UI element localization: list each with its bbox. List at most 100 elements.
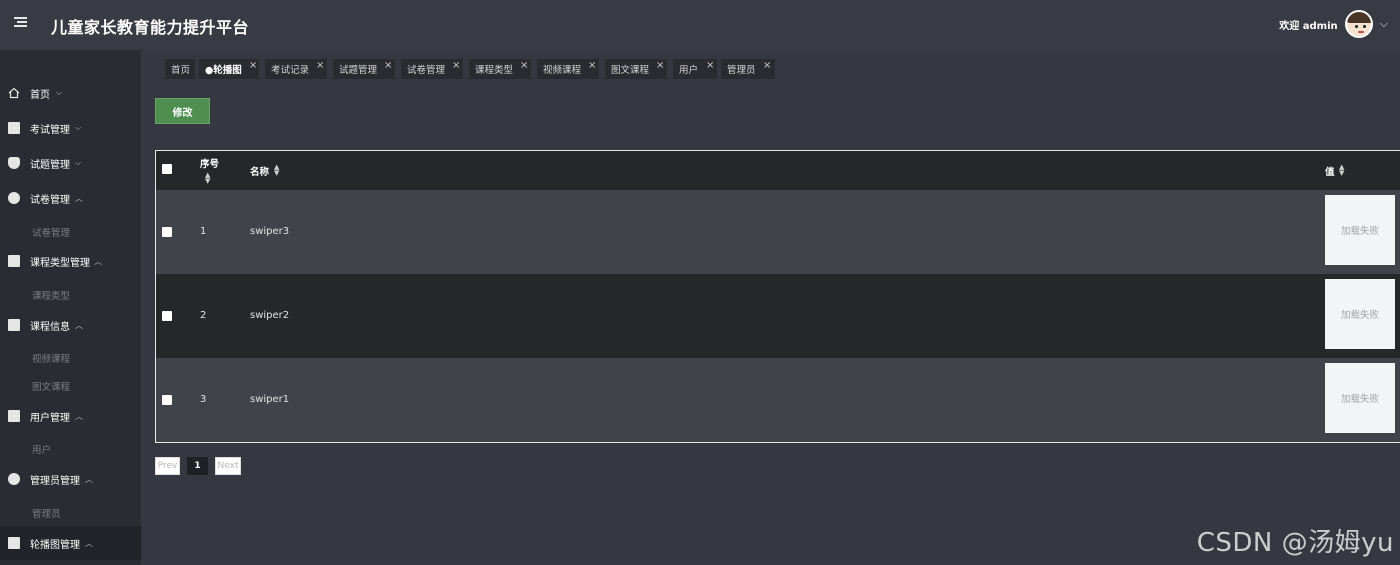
edit-button[interactable]: 修改 (155, 98, 210, 124)
tab-label: 管理员 (727, 65, 756, 76)
column-header-index[interactable]: 序号 (200, 156, 219, 170)
sidebar-item-carousel[interactable]: 轮播图管理 ︿ (0, 526, 141, 560)
sidebar-item-questions[interactable]: 试题管理 ⌵ (0, 148, 141, 178)
sidebar-item-label: 用户管理 (30, 412, 70, 424)
tab-papers[interactable]: 试卷管理 × (401, 59, 463, 79)
tab-carousel[interactable]: ●轮播图 × (199, 59, 259, 79)
tab-admins[interactable]: 管理员 × (721, 59, 775, 79)
column-header-name[interactable]: 名称 (250, 164, 269, 178)
row-checkbox[interactable] (162, 395, 172, 405)
carousel-table: 序号 ▲ ▼ 名称 ▲ ▼ 值 ▲ ▼ 1 swiper3 加载失败 2 swiper… (155, 150, 1400, 443)
close-icon[interactable]: × (706, 60, 714, 71)
sidebar-item-course-types[interactable]: 课程类型管理 ︿ (0, 246, 141, 276)
table-row[interactable]: 3 swiper1 加载失败 (156, 358, 1400, 442)
pagination-prev-button[interactable]: Prev (155, 457, 180, 475)
close-icon[interactable]: × (520, 60, 528, 71)
cell-index: 2 (200, 310, 207, 321)
image-load-failed: 加载失败 (1325, 363, 1395, 433)
select-all-checkbox[interactable] (162, 164, 172, 174)
tab-label: 用户 (679, 65, 699, 76)
question-icon (8, 157, 20, 169)
table-row[interactable]: 2 swiper2 加载失败 (156, 274, 1400, 358)
user-menu[interactable]: 欢迎 admin ⌵ (1279, 9, 1388, 39)
tab-users[interactable]: 用户 × (673, 59, 717, 79)
sort-icon[interactable]: ▲ ▼ (274, 164, 279, 177)
close-icon[interactable]: × (588, 60, 596, 71)
welcome-text: 欢迎 admin (1279, 20, 1338, 32)
admin-icon (8, 473, 20, 485)
sort-icon[interactable]: ▲ ▼ (205, 172, 210, 185)
image-load-failed: 加载失败 (1325, 279, 1395, 349)
chevron-up-icon: ︿ (75, 320, 83, 330)
close-icon[interactable]: × (316, 60, 324, 71)
close-icon[interactable]: × (656, 60, 664, 71)
close-icon[interactable]: × (763, 60, 771, 71)
sidebar-item-label: 轮播图管理 (30, 539, 80, 551)
table-header: 序号 ▲ ▼ 名称 ▲ ▼ 值 ▲ ▼ (156, 151, 1400, 190)
chevron-down-icon[interactable]: ⌵ (1380, 17, 1388, 31)
sidebar-item-course-info[interactable]: 课程信息 ︿ (0, 310, 141, 340)
exam-icon (8, 122, 20, 134)
close-icon[interactable]: × (249, 60, 257, 71)
sidebar-subitem-admins[interactable]: 管理员 (32, 506, 61, 520)
course-info-icon (8, 319, 20, 331)
tab-label: 课程类型 (475, 65, 514, 76)
tab-label: 首页 (171, 65, 191, 76)
tab-questions[interactable]: 试题管理 × (333, 59, 395, 79)
sidebar-item-label: 管理员管理 (30, 475, 80, 487)
chevron-up-icon: ︿ (85, 474, 93, 484)
sidebar-item-papers[interactable]: 试卷管理 ︿ (0, 183, 141, 213)
tab-home[interactable]: 首页 (165, 59, 195, 79)
table-row[interactable]: 1 swiper3 加载失败 (156, 190, 1400, 274)
cell-index: 1 (200, 226, 207, 237)
pagination-current-page[interactable]: 1 (187, 457, 208, 475)
sidebar-item-label: 试卷管理 (30, 194, 70, 206)
sidebar-subitem-video-courses[interactable]: 视频课程 (32, 351, 70, 365)
sidebar: 首页 ⌵ 考试管理 ⌵ 试题管理 ⌵ 试卷管理 ︿ 试卷管理 课程类型管理 ︿ … (0, 50, 141, 565)
sidebar-subitem-course-types[interactable]: 课程类型 (32, 288, 70, 302)
sidebar-subitem-papers[interactable]: 试卷管理 (32, 225, 70, 239)
close-icon[interactable]: × (384, 60, 392, 71)
tab-video-courses[interactable]: 视频课程 × (537, 59, 599, 79)
tab-label: 视频课程 (543, 65, 582, 76)
sidebar-item-admins[interactable]: 管理员管理 ︿ (0, 464, 141, 494)
cell-name: swiper3 (250, 226, 290, 237)
sidebar-subitem-text-courses[interactable]: 图文课程 (32, 379, 70, 393)
watermark: CSDN @汤姆yu (1196, 528, 1394, 558)
sidebar-item-label: 课程信息 (30, 321, 70, 333)
cell-index: 3 (200, 394, 207, 405)
tab-course-types[interactable]: 课程类型 × (469, 59, 531, 79)
sidebar-subitem-users[interactable]: 用户 (32, 442, 51, 456)
sidebar-item-exam[interactable]: 考试管理 ⌵ (0, 113, 141, 143)
tab-text-courses[interactable]: 图文课程 × (605, 59, 667, 79)
row-checkbox[interactable] (162, 311, 172, 321)
sidebar-item-home[interactable]: 首页 ⌵ (0, 78, 141, 108)
menu-toggle-icon[interactable] (14, 16, 28, 30)
column-header-value[interactable]: 值 (1325, 164, 1335, 178)
sidebar-item-label: 试题管理 (30, 159, 70, 171)
avatar[interactable] (1344, 10, 1373, 38)
row-checkbox[interactable] (162, 227, 172, 237)
user-icon (8, 410, 20, 422)
sidebar-item-users[interactable]: 用户管理 ︿ (0, 401, 141, 431)
cell-name: swiper1 (250, 394, 290, 405)
close-icon[interactable]: × (452, 60, 460, 71)
chevron-down-icon: ⌵ (75, 123, 82, 132)
chevron-up-icon: ︿ (94, 256, 102, 266)
site-title: 儿童家长教育能力提升平台 (51, 18, 250, 37)
course-type-icon (8, 255, 20, 267)
tab-label: ●轮播图 (205, 65, 242, 76)
sidebar-item-label: 课程类型管理 (30, 257, 90, 269)
pagination-next-button[interactable]: Next (215, 457, 241, 475)
chevron-up-icon: ︿ (85, 538, 93, 548)
paper-icon (8, 192, 20, 204)
sidebar-item-label: 考试管理 (30, 124, 70, 136)
cell-name: swiper2 (250, 310, 290, 321)
chevron-up-icon: ︿ (75, 193, 83, 203)
chevron-up-icon: ︿ (75, 411, 83, 421)
chevron-down-icon: ⌵ (75, 158, 82, 167)
tab-exam-records[interactable]: 考试记录 × (265, 59, 327, 79)
tab-label: 试题管理 (339, 65, 378, 76)
sort-icon[interactable]: ▲ ▼ (1339, 164, 1344, 177)
tab-label: 考试记录 (271, 65, 310, 76)
